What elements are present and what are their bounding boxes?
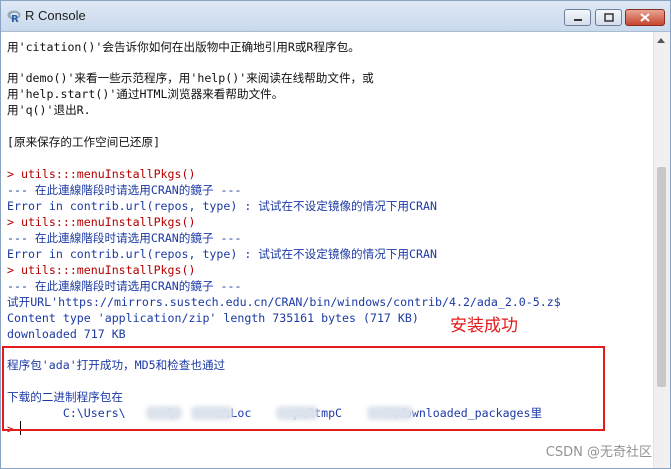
console-line: 用'citation()'会告诉你如何在出版物中正确地引用R或R程序包。 (7, 40, 360, 54)
r-console-window: R R Console 用'citation()'会告诉你如何在出版物中正确地引… (0, 0, 671, 469)
console-line: Content type 'application/zip' length 73… (7, 311, 419, 325)
minimize-button[interactable] (564, 9, 591, 26)
console-command: > utils:::menuInstallPkgs() (7, 167, 196, 181)
console-error: Error in contrib.url(repos, type) : 试试在不… (7, 247, 437, 261)
close-icon (640, 13, 650, 22)
console-line: --- 在此連線階段时请选用CRAN的鏡子 --- (7, 183, 242, 197)
console-command: > utils:::menuInstallPkgs() (7, 215, 196, 229)
maximize-button[interactable] (595, 9, 622, 26)
console-line: downloaded 717 KB (7, 327, 126, 341)
watermark: CSDN @无奇社区 (545, 445, 652, 460)
maximize-icon (603, 13, 614, 22)
highlight-box (2, 346, 605, 431)
r-logo-icon: R (7, 10, 21, 23)
console-line: --- 在此連線階段时请选用CRAN的鏡子 --- (7, 231, 242, 245)
console-line: [原来保存的工作空间已还原] (7, 135, 161, 149)
console-line: 试开URL'https://mirrors.sustech.edu.cn/CRA… (7, 295, 561, 309)
console-line: 用'q()'退出R. (7, 103, 91, 117)
scroll-up-icon[interactable] (657, 38, 665, 43)
console-error: Error in contrib.url(repos, type) : 试试在不… (7, 199, 437, 213)
vertical-scrollbar[interactable] (653, 32, 670, 468)
title-bar[interactable]: R R Console (1, 1, 670, 32)
close-button[interactable] (625, 9, 665, 26)
console-line: --- 在此連線階段时请选用CRAN的鏡子 --- (7, 279, 242, 293)
console-command: > utils:::menuInstallPkgs() (7, 263, 196, 277)
window-title: R Console (25, 8, 86, 23)
scrollbar-thumb[interactable] (657, 167, 666, 387)
minimize-icon (573, 18, 582, 21)
console-line: 用'help.start()'通过HTML浏览器来看帮助文件。 (7, 87, 284, 101)
svg-text:R: R (11, 14, 19, 23)
install-success-annotation: 安装成功 (450, 316, 518, 336)
console-line: 用'demo()'来看一些示范程序，用'help()'来阅读在线帮助文件，或 (7, 71, 374, 85)
